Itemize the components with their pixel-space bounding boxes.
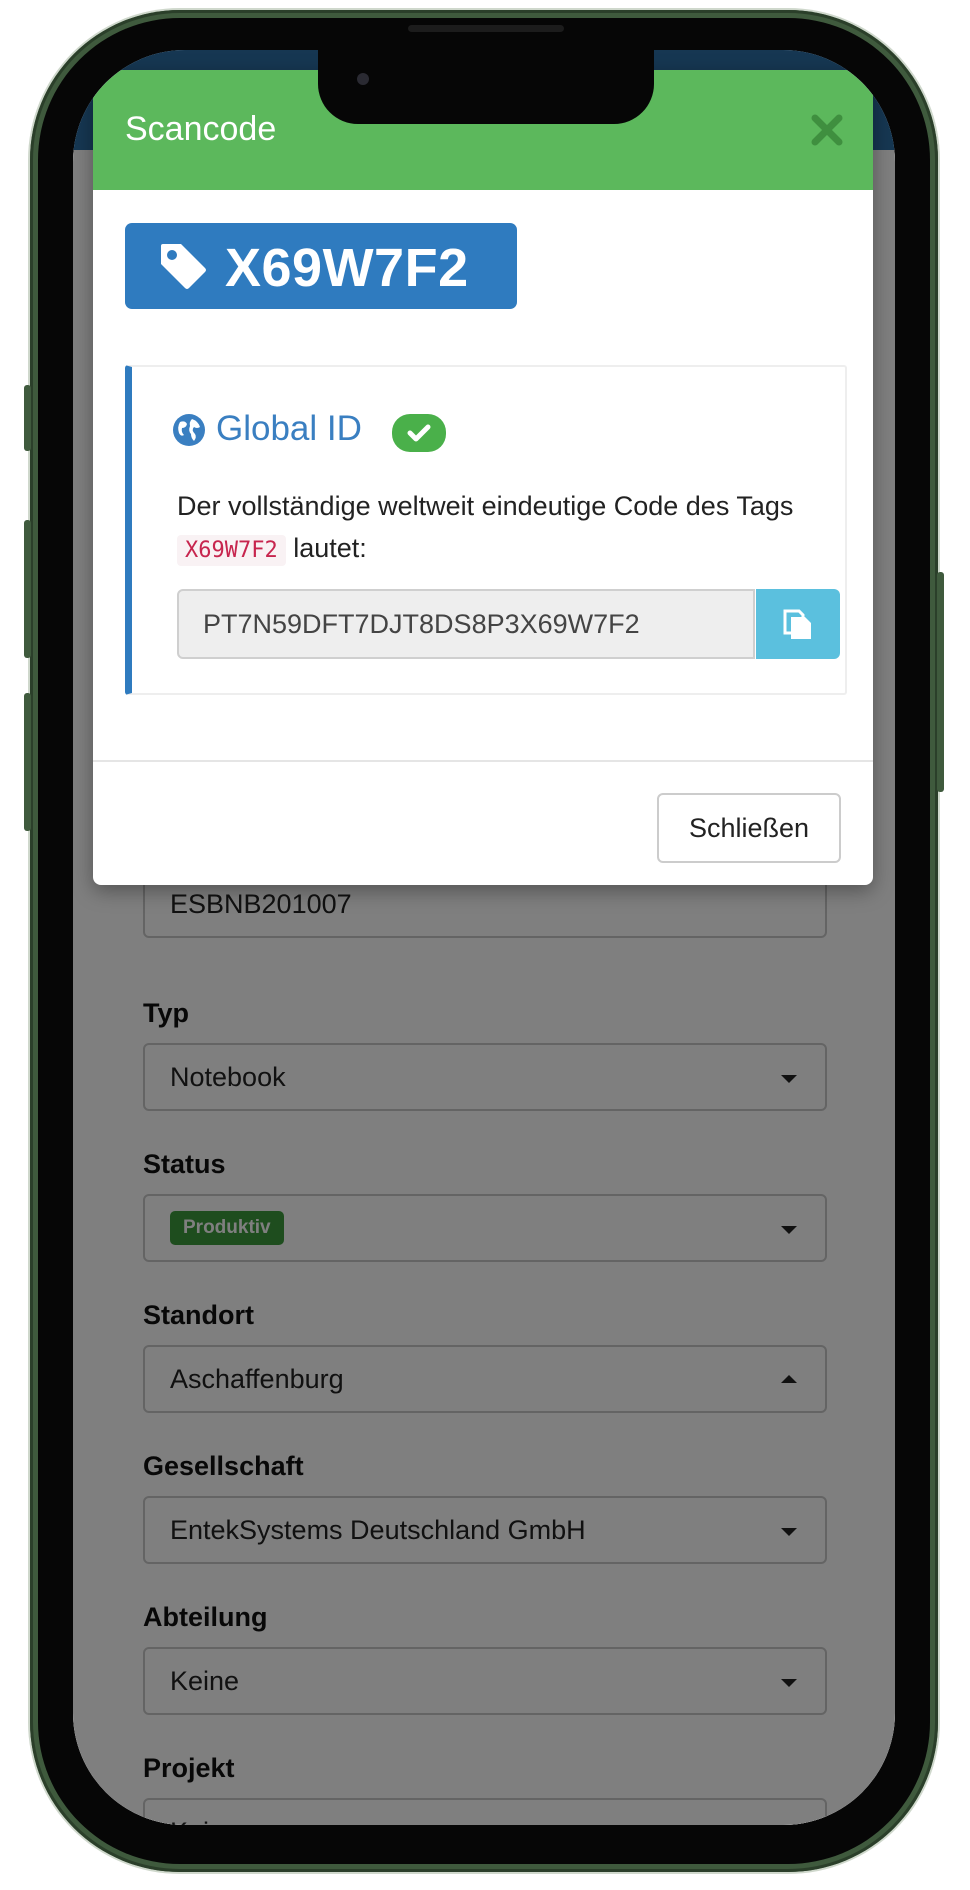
- front-camera: [357, 73, 369, 85]
- tag-icon: [157, 240, 209, 297]
- global-id-field[interactable]: PT7N59DFT7DJT8DS8P3X69W7F2: [177, 589, 755, 659]
- scancode-modal: Scancode X69W7F2 Global ID Der vollständ…: [93, 70, 873, 885]
- close-icon[interactable]: [805, 108, 849, 152]
- modal-footer-divider: [93, 760, 873, 762]
- phone-speaker: [408, 25, 564, 32]
- close-button[interactable]: Schließen: [657, 793, 841, 863]
- description-suffix: lautet:: [293, 533, 367, 563]
- phone-side-button-volume-up: [24, 520, 31, 658]
- phone-side-button-volume-down: [24, 693, 31, 831]
- phone-notch: [318, 50, 654, 124]
- description-text: Der vollständige weltweit eindeutige Cod…: [177, 491, 794, 521]
- check-icon: [392, 414, 446, 452]
- copy-icon: [756, 609, 840, 663]
- tag-code: X69W7F2: [225, 238, 469, 298]
- global-id-title: Global ID: [216, 409, 362, 448]
- global-id-description: Der vollständige weltweit eindeutige Cod…: [177, 485, 817, 572]
- tag-code-badge: X69W7F2: [125, 223, 517, 309]
- phone-screen: ESBNB201007 Typ Notebook Status Produkti…: [73, 50, 895, 1825]
- globe-icon: [172, 413, 206, 452]
- modal-title: Scancode: [125, 110, 277, 148]
- copy-button[interactable]: [756, 589, 840, 659]
- description-tag-code: X69W7F2: [177, 535, 286, 566]
- phone-side-button-silent: [24, 385, 31, 451]
- global-id-panel: Global ID Der vollständige weltweit eind…: [125, 365, 847, 695]
- phone-side-button-power: [937, 572, 944, 792]
